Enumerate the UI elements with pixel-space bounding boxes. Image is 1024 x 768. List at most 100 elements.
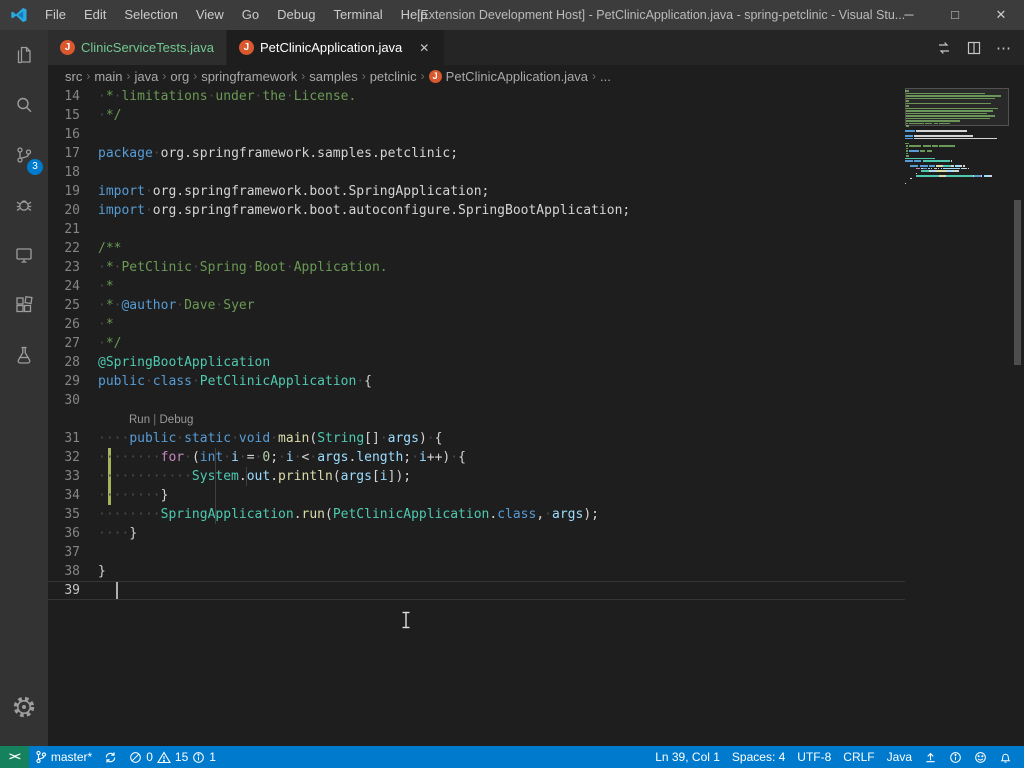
tab-petclinicapplication[interactable]: J PetClinicApplication.java ✕ — [227, 30, 445, 65]
breadcrumb-item-java[interactable]: java — [135, 69, 159, 84]
line-number[interactable]: 25 — [48, 296, 98, 315]
menu-terminal[interactable]: Terminal — [324, 0, 391, 30]
code-text[interactable]: /** — [98, 241, 121, 256]
menu-go[interactable]: Go — [233, 0, 268, 30]
code-text[interactable]: ·*·limitations·under·the·License. — [98, 89, 356, 104]
line-number[interactable]: 31 — [48, 429, 98, 448]
sidebar-item-extensions[interactable] — [0, 280, 48, 330]
line-number[interactable]: 20 — [48, 201, 98, 220]
line-number[interactable]: 29 — [48, 372, 98, 391]
minimap[interactable] — [905, 87, 1010, 188]
publish-action[interactable] — [918, 746, 943, 768]
notifications[interactable] — [993, 746, 1018, 768]
code-text[interactable]: ·*/ — [98, 108, 121, 123]
line-number[interactable]: 23 — [48, 258, 98, 277]
split-editor-icon[interactable] — [966, 40, 982, 56]
code-token: · — [153, 146, 161, 161]
line-number[interactable]: 32 — [48, 448, 98, 467]
line-number[interactable]: 38 — [48, 562, 98, 581]
open-changes-icon[interactable] — [936, 40, 952, 56]
line-number[interactable]: 30 — [48, 391, 98, 410]
sidebar-item-testing[interactable] — [0, 330, 48, 380]
code-text[interactable]: ·*·@author·Dave·Syer — [98, 298, 255, 313]
problems-status[interactable]: 0 15 1 — [123, 746, 222, 768]
manage-gear[interactable] — [0, 682, 48, 732]
breadcrumb-item-main[interactable]: main — [94, 69, 122, 84]
code-text[interactable]: ·*·PetClinic·Spring·Boot·Application. — [98, 260, 388, 275]
vertical-scrollbar[interactable] — [1010, 87, 1024, 746]
line-number[interactable]: 28 — [48, 353, 98, 372]
sidebar-item-source-control[interactable]: 3 — [0, 130, 48, 180]
code-text[interactable]: ········SpringApplication.run(PetClinicA… — [98, 507, 599, 522]
encoding-setting[interactable]: UTF-8 — [791, 746, 837, 768]
sidebar-item-remote-explorer[interactable] — [0, 230, 48, 280]
more-actions-icon[interactable]: ⋯ — [996, 39, 1012, 57]
code-text[interactable]: ·*/ — [98, 336, 121, 351]
line-number[interactable]: 14 — [48, 87, 98, 106]
line-number[interactable]: 27 — [48, 334, 98, 353]
code-text[interactable]: import·org.springframework.boot.autoconf… — [98, 203, 630, 218]
scrollbar-thumb[interactable] — [1014, 200, 1021, 365]
code-text[interactable]: } — [98, 564, 106, 579]
tab-close-icon[interactable]: ✕ — [416, 41, 432, 55]
line-number[interactable]: 26 — [48, 315, 98, 334]
minimap-slider[interactable] — [905, 88, 1009, 126]
code-text[interactable]: ····} — [98, 526, 137, 541]
sidebar-item-search[interactable] — [0, 80, 48, 130]
line-number[interactable]: 34 — [48, 486, 98, 505]
menu-file[interactable]: File — [36, 0, 75, 30]
language-mode[interactable]: Java — [881, 746, 918, 768]
codelens[interactable]: Run | Debug — [98, 414, 193, 426]
line-number[interactable]: 16 — [48, 125, 98, 144]
line-number[interactable]: 39 — [48, 581, 98, 600]
java-status[interactable] — [943, 746, 968, 768]
menu-selection[interactable]: Selection — [115, 0, 186, 30]
line-number[interactable]: 17 — [48, 144, 98, 163]
cursor-position[interactable]: Ln 39, Col 1 — [649, 746, 726, 768]
codelens-run-link[interactable]: Run — [129, 414, 150, 426]
code-text[interactable]: package·org.springframework.samples.petc… — [98, 146, 458, 161]
line-number[interactable]: 33 — [48, 467, 98, 486]
code-text[interactable]: ········} — [98, 488, 168, 503]
line-number[interactable]: 15 — [48, 106, 98, 125]
menu-debug[interactable]: Debug — [268, 0, 324, 30]
sync-changes[interactable] — [98, 746, 123, 768]
codelens-debug-link[interactable]: Debug — [160, 414, 194, 426]
line-number[interactable]: 37 — [48, 543, 98, 562]
feedback[interactable] — [968, 746, 993, 768]
breadcrumb-item-petclinic[interactable]: petclinic — [370, 69, 417, 84]
breadcrumb-item-org[interactable]: org — [170, 69, 189, 84]
code-text[interactable]: public·class·PetClinicApplication·{ — [98, 374, 372, 389]
line-number[interactable]: 36 — [48, 524, 98, 543]
indentation-setting[interactable]: Spaces: 4 — [726, 746, 791, 768]
tab-clinicservicetests[interactable]: J ClinicServiceTests.java — [48, 30, 227, 65]
code-text[interactable]: ············System.out.println(args[i]); — [98, 469, 411, 484]
remote-indicator[interactable]: >< — [0, 746, 29, 768]
code-text[interactable]: ········for·(int·i·=·0;·i·<·args.length;… — [98, 450, 466, 465]
menu-view[interactable]: View — [187, 0, 233, 30]
code-text[interactable]: ·* — [98, 317, 114, 332]
line-number[interactable]: 35 — [48, 505, 98, 524]
line-number[interactable]: 19 — [48, 182, 98, 201]
eol-setting[interactable]: CRLF — [837, 746, 880, 768]
code-text[interactable]: import·org.springframework.boot.SpringAp… — [98, 184, 489, 199]
code-text[interactable]: ····public·static·void·main(String[]·arg… — [98, 431, 442, 446]
breadcrumb-item-more[interactable]: ... — [600, 69, 611, 84]
breadcrumb-item-springframework[interactable]: springframework — [201, 69, 297, 84]
sidebar-item-explorer[interactable] — [0, 30, 48, 80]
maximize-button[interactable]: □ — [932, 0, 978, 30]
close-button[interactable]: ✕ — [978, 0, 1024, 30]
breadcrumb-item-src[interactable]: src — [65, 69, 82, 84]
sidebar-item-run-debug[interactable] — [0, 180, 48, 230]
breadcrumb-item-samples[interactable]: samples — [309, 69, 357, 84]
line-number[interactable]: 22 — [48, 239, 98, 258]
git-branch-status[interactable]: master* — [29, 746, 98, 768]
code-text[interactable]: ·* — [98, 279, 114, 294]
line-number[interactable]: 18 — [48, 163, 98, 182]
line-number[interactable]: 21 — [48, 220, 98, 239]
line-number[interactable]: 24 — [48, 277, 98, 296]
breadcrumb-item-file[interactable]: J PetClinicApplication.java — [429, 69, 588, 84]
code-editor[interactable]: 14·*·limitations·under·the·License.15·*/… — [48, 87, 1024, 746]
menu-edit[interactable]: Edit — [75, 0, 115, 30]
code-text[interactable]: @SpringBootApplication — [98, 355, 270, 370]
